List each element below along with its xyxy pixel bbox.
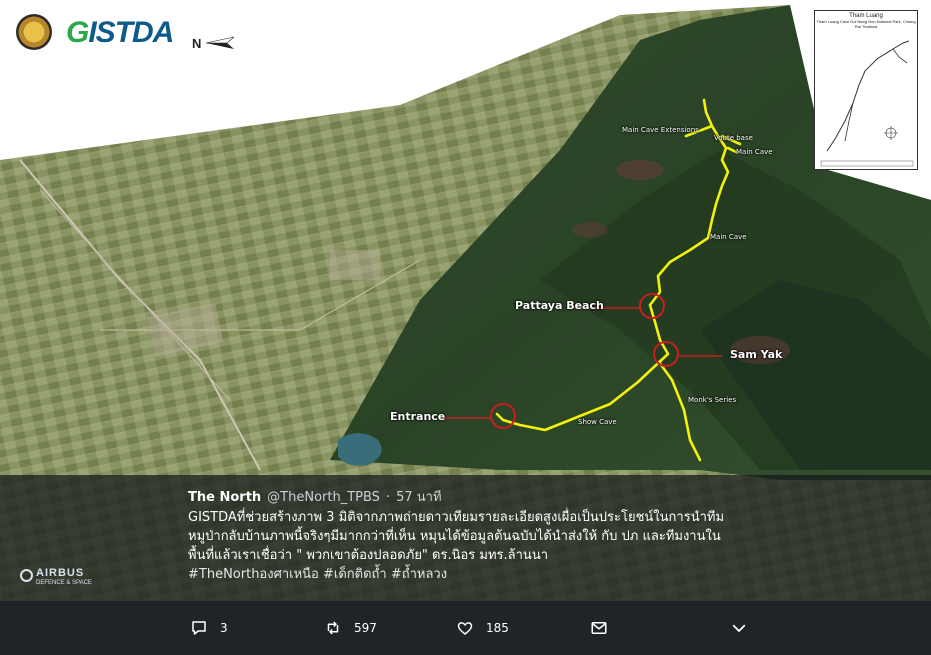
airbus-circle-icon <box>20 569 33 582</box>
tweet-text-line1: GISTDAที่ช่วยสร้างภาพ 3 มิติจากภาพถ่ายดา… <box>188 510 725 525</box>
airbus-wordmark: AIRBUS <box>36 567 85 579</box>
tweet-author-name[interactable]: The North <box>188 488 261 507</box>
like-icon <box>457 622 473 635</box>
more-options-button[interactable] <box>730 619 748 637</box>
airbus-subtitle: DEFENCE & SPACE <box>36 580 92 586</box>
gistda-wordmark-rest: ISTDA <box>88 16 174 49</box>
label-main-cave-top: Main Cave <box>736 148 773 156</box>
inset-cave-map: Tham Luang Tham Luang Cave Doi Nang Non … <box>814 10 918 170</box>
airbus-watermark: AIRBUS DEFENCE & SPACE <box>20 566 114 588</box>
tweet-text-line3: พื้นที่แล้วเราเชื่อว่า " พวกเขาต้องปลอดภ… <box>188 548 549 563</box>
tweet-separator: · <box>385 490 391 505</box>
label-pattaya-beach: Pattaya Beach <box>515 299 604 312</box>
gistda-wordmark-logo: G ISTDA <box>66 12 174 54</box>
north-label: N <box>192 35 202 51</box>
label-main-cave-extensions: Main Cave Extensions <box>622 126 699 134</box>
label-sam-yak: Sam Yak <box>730 348 783 361</box>
tweet-text-line2: หมูป่ากลับบ้านภาพนี้จริงๆมีมากกว่าที่เห็… <box>188 529 721 544</box>
label-entrance: Entrance <box>390 410 446 423</box>
retweet-button[interactable]: 597 <box>324 619 377 637</box>
tweet-caption: The North @TheNorth_TPBS · 57 นาที GISTD… <box>188 488 748 584</box>
gistda-g-letter: G <box>66 16 89 49</box>
gistda-seal-logo <box>16 14 52 50</box>
retweet-icon <box>327 621 339 635</box>
tweet-author-handle[interactable]: @TheNorth_TPBS <box>267 488 380 507</box>
like-button[interactable]: 185 <box>456 619 509 637</box>
inset-cave-plan <box>820 40 914 167</box>
tweet-hashtags[interactable]: #TheNorthองศาเหนือ #เด็กติดถ้ำ #ถ้ำหลวง <box>188 565 748 584</box>
tweet-header: The North @TheNorth_TPBS · 57 นาที <box>188 488 748 507</box>
label-main-cave-mid: Main Cave <box>710 233 747 241</box>
dm-icon <box>591 622 607 634</box>
label-monks-series: Monk's Series <box>688 396 737 404</box>
north-indicator: N <box>192 22 235 64</box>
label-show-cave: Show Cave <box>578 418 617 426</box>
reply-icon <box>192 621 206 635</box>
reply-count: 3 <box>220 621 228 635</box>
like-count: 185 <box>486 621 509 635</box>
reply-button[interactable]: 3 <box>190 619 228 637</box>
tweet-media-viewer: G ISTDA N Tham Luang Tham Luang Cave Doi … <box>0 0 931 655</box>
direct-message-button[interactable] <box>590 619 608 637</box>
chevron-down-icon <box>732 624 746 632</box>
tweet-timestamp[interactable]: 57 นาที <box>396 488 441 507</box>
retweet-count: 597 <box>354 621 377 635</box>
north-arrow-icon <box>206 36 235 49</box>
label-voute-base: Voute base <box>714 134 753 142</box>
